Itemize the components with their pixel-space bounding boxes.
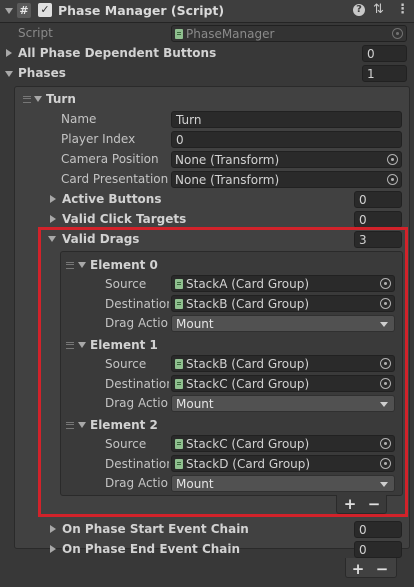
all-buttons-size[interactable]: 0 — [362, 45, 407, 62]
active-buttons-label[interactable]: Active Buttons — [62, 190, 342, 208]
phases-label[interactable]: Phases — [18, 64, 358, 82]
foldout-phases-icon[interactable] — [5, 71, 13, 77]
card-presentation-label: Card Presentation I — [61, 172, 169, 186]
active-buttons-size[interactable]: 0 — [354, 191, 402, 208]
presets-icon[interactable]: ⇅ — [373, 2, 384, 17]
card-presentation-value: None (Transform) — [175, 173, 280, 187]
foldout-all-buttons-icon[interactable] — [6, 49, 12, 57]
camera-position-field[interactable]: None (Transform) — [171, 151, 402, 168]
help-icon[interactable]: ? — [353, 4, 365, 16]
highlight-box — [38, 227, 408, 517]
script-label: Script — [18, 26, 53, 40]
more-options-icon[interactable]: ⋮ — [396, 2, 409, 17]
on-phase-end-label[interactable]: On Phase End Event Chain — [62, 540, 342, 558]
script-icon: # — [17, 3, 31, 18]
on-phase-end-size[interactable]: 0 — [354, 541, 402, 558]
on-phase-start-label[interactable]: On Phase Start Event Chain — [62, 520, 342, 538]
phases-size[interactable]: 1 — [362, 65, 407, 82]
name-input[interactable]: Turn — [171, 111, 402, 128]
foldout-on-end-icon[interactable] — [50, 545, 56, 553]
collapse-component-icon[interactable] — [5, 8, 13, 14]
name-label: Name — [61, 112, 97, 126]
drag-handle-turn-icon[interactable] — [23, 96, 31, 103]
valid-click-targets-label[interactable]: Valid Click Targets — [62, 210, 342, 228]
script-field: PhaseManager — [171, 25, 407, 42]
script-asset-icon — [175, 29, 183, 39]
turn-title[interactable]: Turn — [46, 90, 246, 108]
camera-picker-icon[interactable] — [387, 154, 398, 165]
script-picker-icon — [392, 28, 403, 39]
player-index-label: Player Index — [61, 132, 136, 146]
card-presentation-field[interactable]: None (Transform) — [171, 171, 402, 188]
player-index-input[interactable]: 0 — [171, 131, 402, 148]
script-value: PhaseManager — [186, 27, 275, 41]
foldout-turn-icon[interactable] — [34, 96, 42, 102]
camera-position-label: Camera Position — [61, 152, 159, 166]
all-buttons-label[interactable]: All Phase Dependent Buttons — [18, 44, 358, 62]
foldout-valid-click-icon[interactable] — [50, 215, 56, 223]
valid-click-targets-size[interactable]: 0 — [354, 211, 402, 228]
component-title: Phase Manager (Script) — [58, 3, 225, 18]
enabled-checkbox[interactable]: ✓ — [38, 3, 52, 17]
phases-add-button[interactable]: + — [347, 561, 369, 577]
phases-remove-button[interactable]: − — [371, 561, 393, 577]
foldout-on-start-icon[interactable] — [50, 525, 56, 533]
card-presentation-picker-icon[interactable] — [387, 174, 398, 185]
camera-position-value: None (Transform) — [175, 153, 280, 167]
on-phase-start-size[interactable]: 0 — [354, 521, 402, 538]
foldout-active-buttons-icon[interactable] — [50, 195, 56, 203]
